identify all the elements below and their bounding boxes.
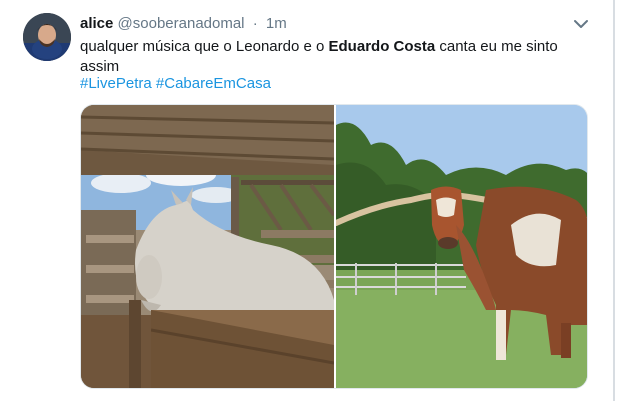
chevron-down-icon[interactable]: [571, 15, 591, 33]
tweet-text-part: qualquer música que o Leonardo e o: [80, 38, 329, 55]
author-name[interactable]: alice: [80, 15, 113, 32]
separator-dot: ·: [252, 15, 258, 32]
timestamp[interactable]: 1m: [266, 15, 287, 32]
author-handle[interactable]: @sooberanadomal: [118, 15, 245, 32]
tweet-header: alice @sooberanadomal · 1m: [80, 13, 287, 35]
media-photo-longhorn[interactable]: [336, 105, 587, 388]
avatar[interactable]: [23, 13, 71, 61]
media-grid: [80, 104, 588, 389]
window-edge: [613, 0, 615, 401]
tweet-text-bold: Eduardo Costa: [328, 38, 436, 55]
hashtag-link[interactable]: #LivePetra: [80, 75, 152, 92]
hashtag-link[interactable]: #CabareEmCasa: [156, 75, 271, 92]
media-photo-cow[interactable]: [81, 105, 334, 388]
tweet-text: qualquer música que o Leonardo e o Eduar…: [80, 37, 580, 77]
hashtag-list: #LivePetra #CabareEmCasa: [80, 74, 271, 94]
